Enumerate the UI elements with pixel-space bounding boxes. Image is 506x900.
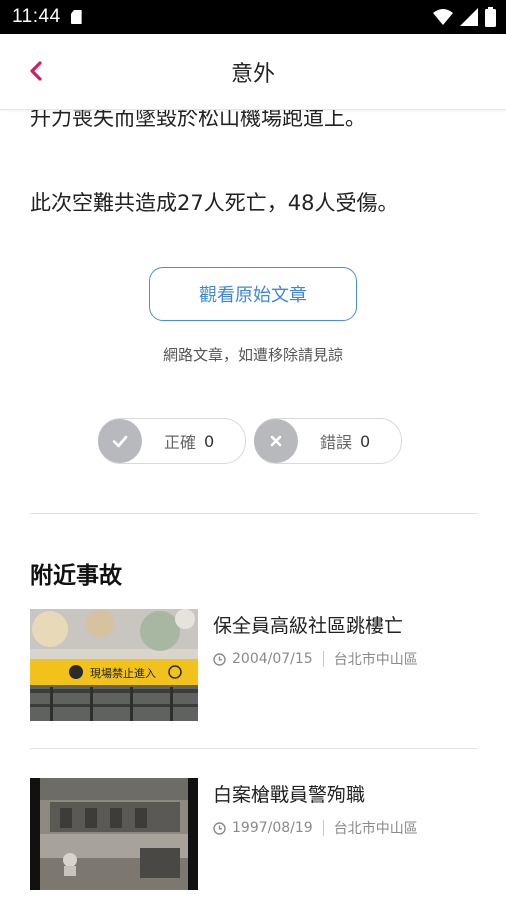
accident-thumbnail [30, 778, 198, 890]
battery-icon [485, 7, 496, 27]
article-text-casualties: 此次空難共造成27人死亡，48人受傷。 [30, 191, 399, 215]
nearby-accident-item[interactable]: 白案槍戰員警殉職 1997/08/19 台北市中山區 [30, 778, 478, 890]
thumbnail-tape-text: 現場禁止進入 [90, 667, 156, 680]
vote-wrong-button[interactable]: 錯誤 0 [254, 418, 402, 464]
signal-icon [460, 8, 478, 26]
accident-date: 1997/08/19 [232, 820, 313, 836]
wifi-icon [433, 9, 453, 25]
meta-separator [322, 651, 324, 667]
view-original-article-button[interactable]: 觀看原始文章 [149, 267, 357, 321]
accident-title: 白案槍戰員警殉職 [213, 784, 366, 806]
section-divider [30, 513, 478, 514]
accident-title: 保全員高級社區跳樓亡 [213, 615, 404, 637]
page-title: 意外 [230, 62, 275, 87]
check-circle-icon [98, 419, 142, 463]
meta-separator [322, 820, 324, 836]
vote-wrong-label: 錯誤 [320, 433, 353, 452]
sd-card-icon [70, 10, 82, 24]
accident-district: 台北市中山區 [333, 821, 418, 837]
accident-meta: 2004/07/15 台北市中山區 [213, 649, 418, 669]
article-content[interactable]: 升力喪失而墜毀於松山機場跑道上。 此次空難共造成27人死亡，48人受傷。 觀看原… [0, 109, 506, 900]
clock-icon [213, 821, 226, 835]
vote-correct-count: 0 [204, 431, 215, 451]
article-text-partial: 升力喪失而墜毀於松山機場跑道上。 [30, 109, 366, 130]
vote-correct-label: 正確 [164, 433, 197, 452]
system-icons [433, 7, 496, 27]
app-header: 意外 [0, 34, 506, 110]
accident-thumbnail: 現場禁止進入 [30, 609, 198, 721]
accident-date: 2004/07/15 [232, 651, 313, 667]
vote-wrong-count: 0 [360, 431, 371, 451]
accident-meta: 1997/08/19 台北市中山區 [213, 818, 418, 838]
x-circle-icon [254, 419, 298, 463]
status-bar: 11:44 [0, 0, 506, 34]
nearby-accidents-heading: 附近事故 [30, 563, 122, 589]
clock-icon [213, 652, 226, 666]
list-divider [30, 748, 478, 749]
vote-correct-button[interactable]: 正確 0 [98, 418, 246, 464]
removal-notice: 網路文章，如遭移除請見諒 [162, 346, 343, 364]
status-time: 11:44 [12, 6, 61, 27]
nearby-accident-item[interactable]: 現場禁止進入 保全員高級社區跳樓亡 2004/07/15 台北市中山區 [30, 609, 478, 721]
accident-district: 台北市中山區 [333, 652, 418, 668]
